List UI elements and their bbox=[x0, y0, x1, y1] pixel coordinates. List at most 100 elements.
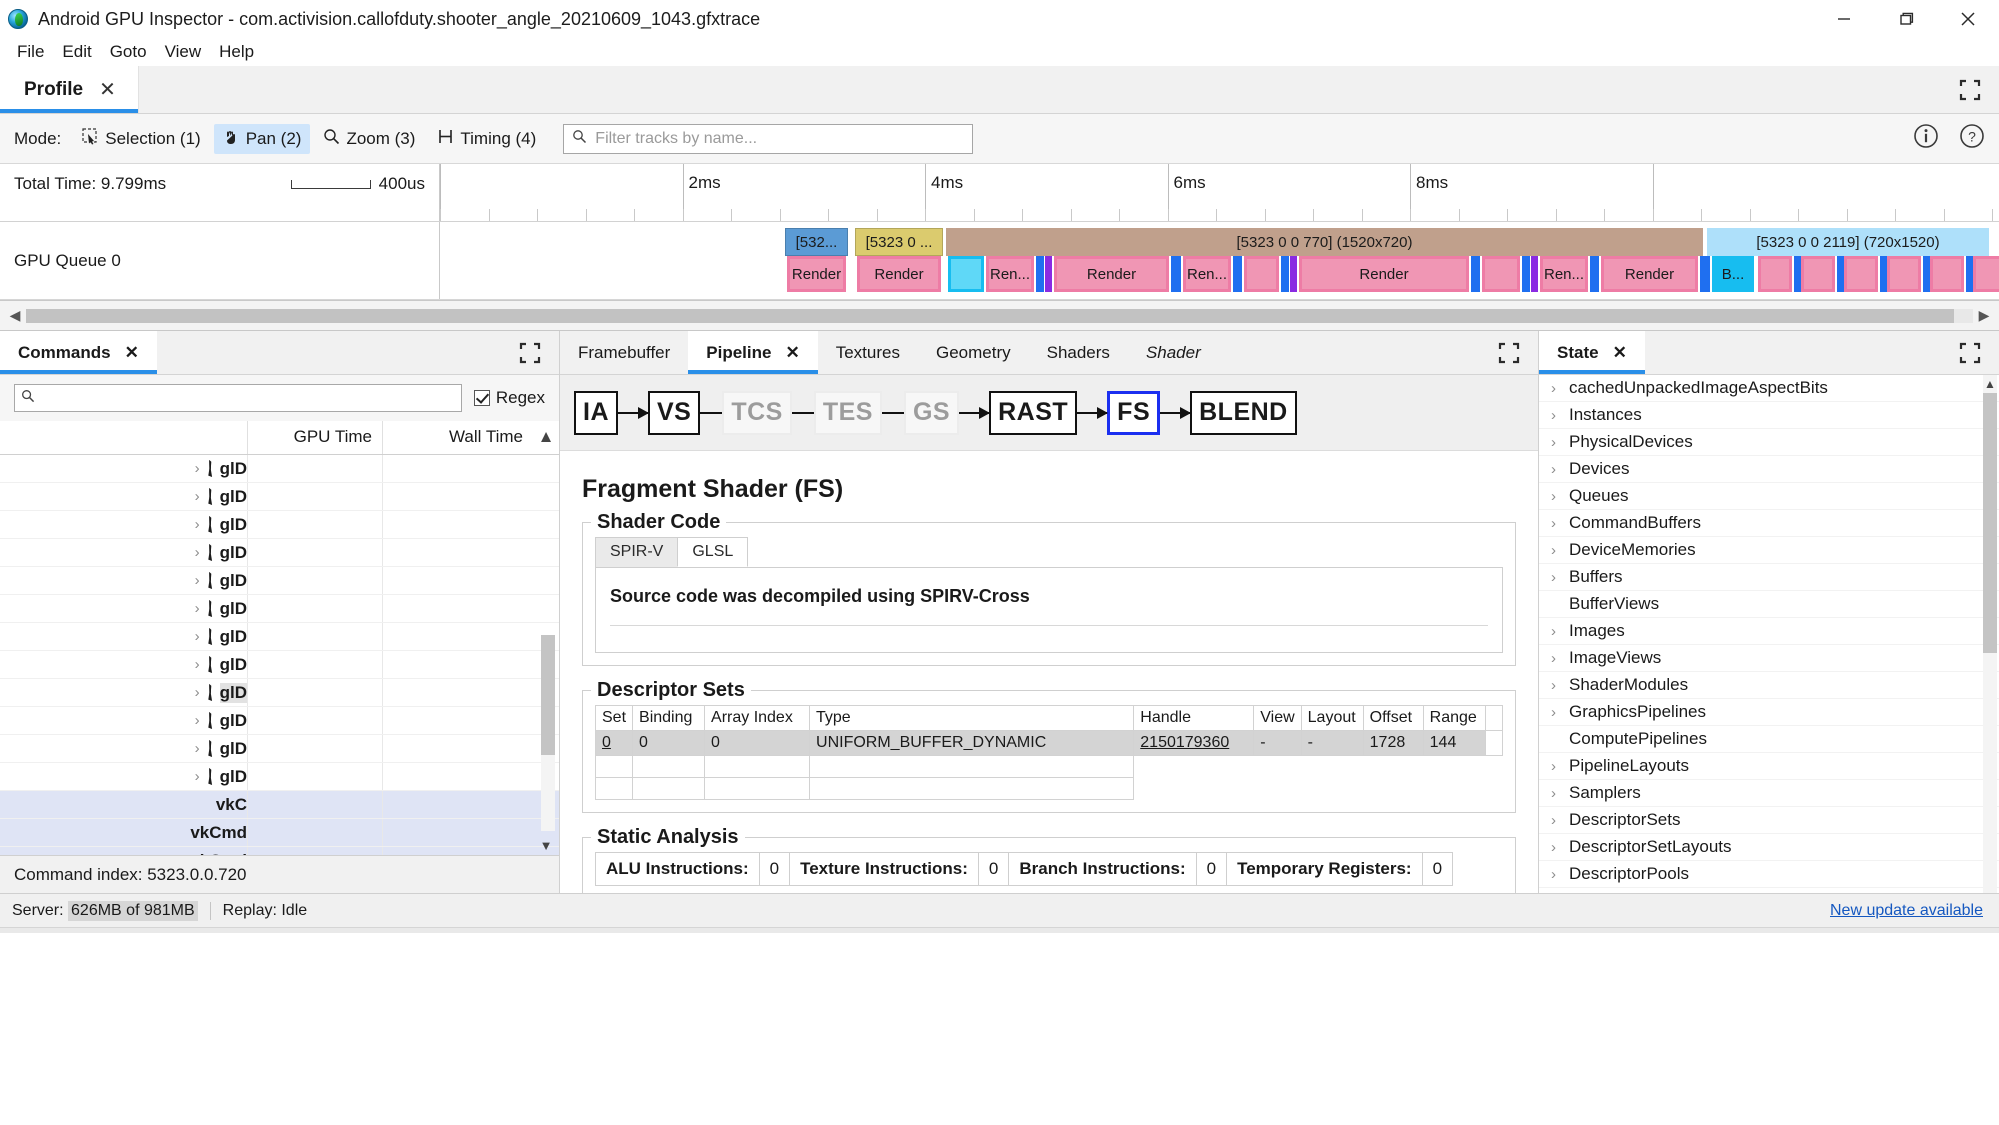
timeline-command-bar[interactable] bbox=[1801, 256, 1835, 292]
chevron-right-icon[interactable]: › bbox=[1551, 515, 1569, 532]
command-name-cell[interactable]: › glD bbox=[0, 735, 248, 762]
close-icon[interactable]: ✕ bbox=[99, 80, 116, 100]
state-tree-item[interactable]: › DeviceMemories bbox=[1539, 537, 1999, 564]
table-row[interactable]: › glD bbox=[0, 651, 559, 679]
timeline-command-bar[interactable]: Ren... bbox=[1540, 256, 1588, 292]
timeline-barrier-bar[interactable] bbox=[1281, 256, 1289, 292]
state-tree-item[interactable]: › PipelineLayouts bbox=[1539, 753, 1999, 780]
command-name-cell[interactable]: › glD bbox=[0, 763, 248, 790]
tab-profile[interactable]: Profile ✕ bbox=[0, 66, 139, 113]
timeline-barrier-bar[interactable] bbox=[1522, 256, 1530, 292]
chevron-right-icon[interactable]: › bbox=[1551, 839, 1569, 856]
state-tree-item[interactable]: › PhysicalDevices bbox=[1539, 429, 1999, 456]
command-name-cell[interactable]: vkCmd bbox=[0, 847, 248, 855]
timeline-blit-bar[interactable]: B... bbox=[1712, 256, 1754, 292]
command-name-cell[interactable]: › glD bbox=[0, 455, 248, 482]
table-row[interactable]: › glD bbox=[0, 707, 559, 735]
mode-timing-button[interactable]: Timing (4) bbox=[428, 124, 545, 154]
state-tree-item[interactable]: › Samplers bbox=[1539, 780, 1999, 807]
timeline-barrier-bar[interactable] bbox=[1923, 256, 1930, 292]
command-name-cell[interactable]: › glD bbox=[0, 595, 248, 622]
timeline-barrier-bar[interactable] bbox=[1794, 256, 1801, 292]
chevron-right-icon[interactable]: › bbox=[1551, 461, 1569, 478]
table-row[interactable]: vkCmd bbox=[0, 847, 559, 855]
pipeline-stage-rast[interactable]: RAST bbox=[989, 390, 1078, 435]
state-tree-item[interactable]: › Buffers bbox=[1539, 564, 1999, 591]
column-binding[interactable]: Binding bbox=[632, 705, 706, 731]
info-circle-icon[interactable] bbox=[1913, 123, 1939, 154]
command-name-cell[interactable]: vkC bbox=[0, 791, 248, 818]
new-update-link[interactable]: New update available bbox=[1830, 902, 1983, 920]
timeline-command-bar[interactable]: Render bbox=[1601, 256, 1698, 292]
tab-framebuffer[interactable]: Framebuffer bbox=[560, 331, 688, 374]
state-tree-item[interactable]: › DescriptorSetLayouts bbox=[1539, 834, 1999, 861]
chevron-right-icon[interactable]: › bbox=[1551, 866, 1569, 883]
scroll-up-icon[interactable]: ▲ bbox=[1983, 377, 1997, 391]
state-tree-item[interactable]: › Images bbox=[1539, 618, 1999, 645]
timeline-group-bar[interactable]: [5323 0 0 2119] (720x1520) bbox=[1707, 228, 1989, 256]
chevron-right-icon[interactable]: › bbox=[195, 544, 200, 561]
timeline-command-bar[interactable] bbox=[1887, 256, 1921, 292]
chevron-right-icon[interactable]: › bbox=[1551, 650, 1569, 667]
table-row[interactable]: vkCmd bbox=[0, 819, 559, 847]
timeline-command-bar[interactable] bbox=[1844, 256, 1878, 292]
chevron-right-icon[interactable]: › bbox=[1551, 542, 1569, 559]
table-row[interactable]: › glD bbox=[0, 455, 559, 483]
state-tree-item[interactable]: › DescriptorPools bbox=[1539, 861, 1999, 888]
timeline-group-bar[interactable]: [532... bbox=[785, 228, 848, 256]
regex-checkbox[interactable] bbox=[473, 390, 490, 406]
state-tree-item[interactable]: › GraphicsPipelines bbox=[1539, 699, 1999, 726]
column-range[interactable]: Range bbox=[1422, 705, 1486, 731]
help-circle-icon[interactable]: ? bbox=[1959, 123, 1985, 154]
command-name-cell[interactable]: vkCmd bbox=[0, 819, 248, 846]
menu-goto[interactable]: Goto bbox=[101, 40, 156, 64]
column-gpu-time[interactable]: GPU Time bbox=[248, 421, 383, 454]
chevron-right-icon[interactable]: › bbox=[1551, 569, 1569, 586]
close-icon[interactable]: ✕ bbox=[1613, 343, 1627, 363]
state-tree-item[interactable]: › cachedUnpackedImageAspectBits bbox=[1539, 375, 1999, 402]
chevron-right-icon[interactable]: › bbox=[1551, 407, 1569, 424]
timeline-command-bar[interactable]: Render bbox=[1054, 256, 1169, 292]
menu-file[interactable]: File bbox=[8, 40, 53, 64]
column-view[interactable]: View bbox=[1253, 705, 1302, 731]
restore-icon[interactable] bbox=[1875, 0, 1937, 38]
command-name-cell[interactable]: › glD bbox=[0, 623, 248, 650]
pipeline-stage-gs[interactable]: GS bbox=[903, 390, 960, 435]
chevron-right-icon[interactable]: › bbox=[195, 740, 200, 757]
timeline-barrier-bar[interactable] bbox=[1036, 256, 1044, 292]
chevron-right-icon[interactable]: › bbox=[195, 768, 200, 785]
chevron-right-icon[interactable]: › bbox=[195, 712, 200, 729]
state-tree-item[interactable]: ComputePipelines bbox=[1539, 726, 1999, 753]
table-row[interactable]: › glD bbox=[0, 539, 559, 567]
table-row[interactable]: › glD bbox=[0, 763, 559, 791]
chevron-right-icon[interactable]: › bbox=[1551, 758, 1569, 775]
command-name-cell[interactable]: › glD bbox=[0, 539, 248, 566]
timeline-command-bar[interactable] bbox=[1973, 256, 1999, 292]
pipeline-stage-fs[interactable]: FS bbox=[1107, 390, 1161, 435]
scroll-up-icon[interactable]: ▲ bbox=[533, 421, 559, 454]
expand-icon[interactable] bbox=[519, 342, 541, 364]
column-offset[interactable]: Offset bbox=[1362, 705, 1424, 731]
state-tree-item[interactable]: › Queues bbox=[1539, 483, 1999, 510]
tab-state[interactable]: State ✕ bbox=[1539, 331, 1645, 374]
timeline-barrier-bar[interactable] bbox=[1966, 256, 1973, 292]
timeline-barrier-bar[interactable] bbox=[1531, 256, 1538, 292]
column-set[interactable]: Set bbox=[594, 705, 634, 731]
state-tree-item[interactable]: › ShaderModules bbox=[1539, 672, 1999, 699]
menu-view[interactable]: View bbox=[156, 40, 211, 64]
state-vscroll-thumb[interactable] bbox=[1983, 393, 1997, 653]
state-tree-item[interactable]: › CommandBuffers bbox=[1539, 510, 1999, 537]
timeline-barrier-bar[interactable] bbox=[1171, 256, 1181, 292]
timeline-barrier-bar[interactable] bbox=[1880, 256, 1887, 292]
filter-tracks-input[interactable] bbox=[593, 128, 965, 149]
timeline-group-bar[interactable]: [5323 0 ... bbox=[855, 228, 943, 256]
commands-vscrollbar[interactable] bbox=[541, 635, 555, 831]
tab-commands[interactable]: Commands ✕ bbox=[0, 331, 157, 374]
table-row[interactable]: › glD bbox=[0, 511, 559, 539]
scroll-left-icon[interactable]: ◀ bbox=[4, 307, 26, 324]
table-row[interactable]: › glD bbox=[0, 567, 559, 595]
pipeline-stage-ia[interactable]: IA bbox=[574, 390, 618, 435]
timeline-command-bar[interactable] bbox=[1758, 256, 1792, 292]
commands-row-list[interactable]: › glD › glD › glD › glD › glD › glD › glD › glD › glD › glD… bbox=[0, 455, 559, 855]
table-row[interactable]: 0 0 0 UNIFORM_BUFFER_DYNAMIC 2150179360- -172… bbox=[594, 730, 1504, 756]
